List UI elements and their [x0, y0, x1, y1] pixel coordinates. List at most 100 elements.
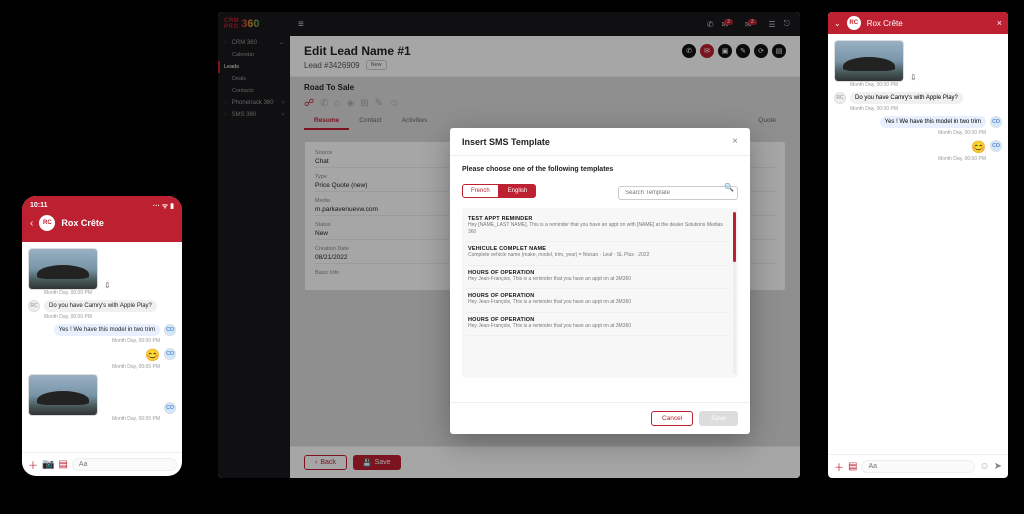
send-icon[interactable]: ➤	[994, 461, 1002, 472]
image-attachment[interactable]	[28, 248, 98, 290]
timestamp: Month Day, 00:00 PM	[834, 156, 986, 162]
timestamp: Month Day, 00:00 PM	[850, 82, 1002, 88]
chevron-down-icon: ⌄	[279, 39, 284, 46]
tab-resume[interactable]: Resume	[304, 113, 349, 130]
action-video-icon[interactable]: ▣	[718, 44, 732, 58]
status-icons: ··· ᯤ ▮	[153, 202, 174, 211]
badge: 2	[724, 19, 733, 25]
action-sms-icon[interactable]: ✉	[700, 44, 714, 58]
template-icon[interactable]: ▤	[58, 459, 67, 470]
back-icon[interactable]: ‹	[30, 218, 33, 229]
image-attachment[interactable]	[28, 374, 98, 416]
add-icon[interactable]: ＋	[28, 457, 38, 472]
sidebar-item-contacts[interactable]: Contacts	[218, 85, 290, 97]
send-icon[interactable]: ➤	[181, 459, 182, 470]
add-icon[interactable]: ＋	[834, 459, 844, 474]
phone-mockup: 10:11 ··· ᯤ ▮ ‹ RC Rox Crête ⇩ Month Day…	[22, 196, 182, 476]
message-out: Yes ! We have this model in two trim	[880, 116, 986, 128]
template-list[interactable]: TEST APPT REMINDER Hey [NAME_LAST NAME],…	[462, 208, 738, 378]
tab-contact[interactable]: Contact	[349, 113, 391, 130]
sidebar-item-calendar[interactable]: Calendar	[218, 49, 290, 61]
sidebar-item-crm[interactable]: ◌ CRM 360⌄	[218, 36, 290, 49]
exit-icon[interactable]: ⎋	[784, 19, 790, 29]
step-icon[interactable]: ✆	[320, 98, 328, 109]
tab-quote[interactable]: Quote	[748, 113, 786, 130]
step-icon[interactable]: ◈	[347, 98, 355, 109]
phone-icon[interactable]: ✆	[707, 20, 714, 29]
action-calendar-icon[interactable]: ▤	[772, 44, 786, 58]
cancel-button[interactable]: Cancel	[651, 411, 693, 426]
lang-english-button[interactable]: English	[499, 184, 537, 198]
message-in: Do you have Camry's with Apple Play?	[44, 300, 157, 312]
emoji-message: 😊	[145, 348, 160, 362]
modal-subtitle: Please choose one of the following templ…	[462, 166, 738, 173]
sidebar-item-leads[interactable]: Leads	[218, 61, 290, 73]
logo[interactable]: CRM PRO 360	[218, 12, 290, 36]
chevron-down-icon[interactable]: ⌄	[834, 19, 841, 28]
template-item[interactable]: TEST APPT REMINDER Hey [NAME_LAST NAME],…	[466, 212, 730, 242]
search-input[interactable]	[618, 186, 738, 200]
composer: ＋ 📷 ▤ ➤	[22, 452, 182, 476]
chevron-left-icon: ‹	[315, 459, 317, 466]
template-item[interactable]: HOURS OF OPERATION Hey Jean-François, Th…	[466, 289, 730, 313]
avatar-agent: CO	[990, 116, 1002, 128]
template-item[interactable]: HOURS OF OPERATION Hey Jean-François, Th…	[466, 266, 730, 290]
bell-icon[interactable]: ☰	[769, 20, 776, 29]
contact-name: Rox Crête	[61, 218, 104, 228]
message-input[interactable]	[72, 458, 177, 471]
step-icon[interactable]: ☺	[389, 98, 399, 109]
template-icon[interactable]: ▤	[848, 461, 857, 472]
status-tag: New	[366, 60, 387, 70]
menu-icon[interactable]: ≡	[298, 19, 304, 30]
step-icon[interactable]: ⊞	[360, 98, 368, 109]
phone-header: 10:11 ··· ᯤ ▮ ‹ RC Rox Crête	[22, 196, 182, 242]
status-time: 10:11	[30, 202, 48, 211]
avatar[interactable]: RC	[847, 16, 861, 30]
close-icon[interactable]: ×	[997, 18, 1002, 28]
download-icon[interactable]: ⇩	[104, 281, 111, 290]
timestamp: Month Day, 00:00 PM	[44, 290, 176, 296]
save-icon: 💾	[363, 459, 372, 467]
tab-activities[interactable]: Activities	[392, 113, 438, 130]
step-icon[interactable]: ⌂	[335, 98, 341, 109]
sidebar-item-phonetrack[interactable]: ◌ Phonetrack 360›	[218, 97, 290, 109]
message-input[interactable]	[861, 460, 975, 473]
avatar[interactable]: RC	[39, 215, 55, 231]
sms-template-modal: Insert SMS Template × Please choose one …	[450, 128, 750, 434]
template-item[interactable]: VEHICULE COMPLET NAME Complete vehicle n…	[466, 242, 730, 266]
back-button[interactable]: ‹Back	[304, 455, 347, 470]
timestamp: Month Day, 00:00 PM	[28, 416, 160, 422]
chat-header: ⌄ RC Rox Crête ×	[828, 12, 1008, 34]
timestamp: Month Day, 00:00 PM	[850, 106, 1002, 112]
lang-french-button[interactable]: French	[462, 184, 499, 198]
timestamp: Month Day, 00:00 PM	[834, 130, 986, 136]
step-icon[interactable]: ✎	[375, 98, 383, 109]
image-attachment[interactable]	[834, 40, 904, 82]
chat-panel: ⌄ RC Rox Crête × ⇩ Month Day, 00:00 PM R…	[828, 12, 1008, 478]
timestamp: Month Day, 00:00 PM	[44, 314, 176, 320]
action-phone-icon[interactable]: ✆	[682, 44, 696, 58]
save-button[interactable]: 💾Save	[353, 455, 401, 470]
save-button-disabled: Save	[699, 411, 738, 426]
road-to-sale-steps: ☍ ✆ ⌂ ◈ ⊞ ✎ ☺	[290, 94, 800, 113]
avatar-agent: CO	[990, 140, 1002, 152]
lead-number: Lead #3426909	[304, 61, 360, 70]
page-title: Edit Lead Name #1	[304, 44, 411, 58]
timestamp: Month Day, 00:00 PM	[28, 338, 160, 344]
close-icon[interactable]: ×	[732, 136, 738, 147]
action-note-icon[interactable]: ✎	[736, 44, 750, 58]
chevron-right-icon: ›	[282, 100, 284, 106]
camera-icon[interactable]: 📷	[42, 459, 54, 470]
search-icon[interactable]: 🔍	[724, 183, 734, 192]
sidebar-item-sms[interactable]: ◌ SMS 360›	[218, 109, 290, 121]
composer: ＋ ▤ ☺ ➤	[828, 454, 1008, 478]
step-icon[interactable]: ☍	[304, 98, 314, 109]
avatar-agent: CO	[164, 402, 176, 414]
action-refresh-icon[interactable]: ⟳	[754, 44, 768, 58]
emoji-icon[interactable]: ☺	[979, 461, 989, 472]
template-item[interactable]: HOURS OF OPERATION Hey Jean-François, Th…	[466, 313, 730, 337]
download-icon[interactable]: ⇩	[910, 73, 917, 82]
scrollbar-thumb[interactable]	[733, 212, 736, 262]
avatar: RC	[834, 92, 846, 104]
sidebar-item-deals[interactable]: Deals	[218, 73, 290, 85]
